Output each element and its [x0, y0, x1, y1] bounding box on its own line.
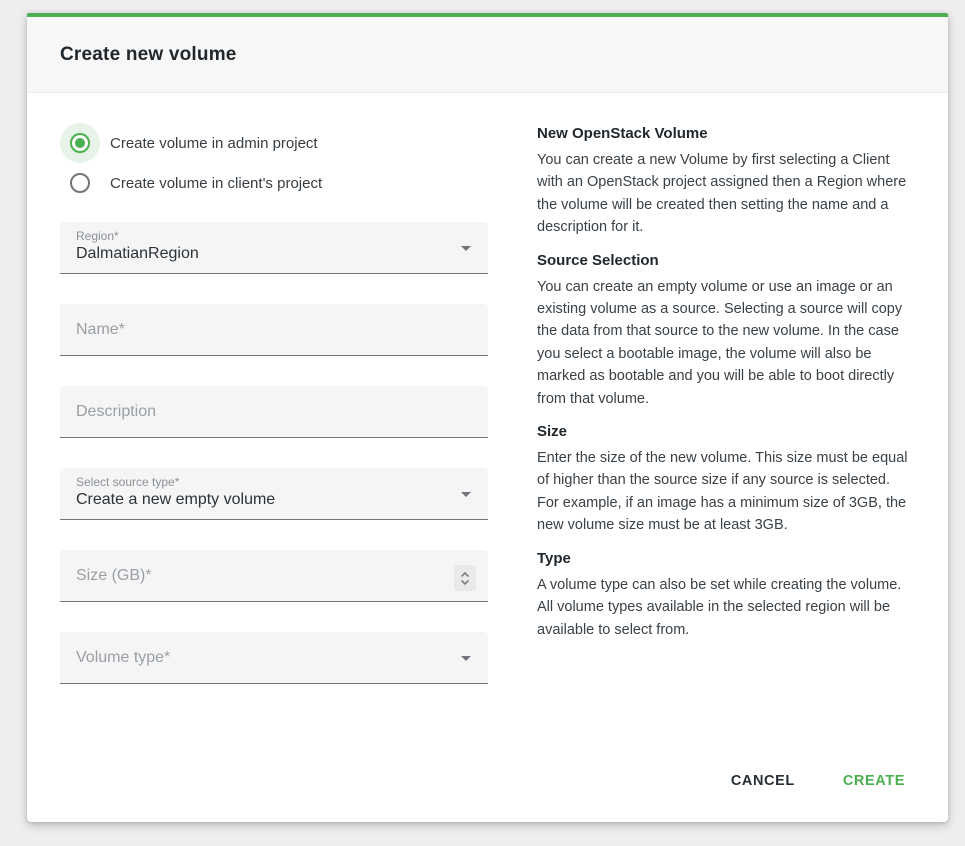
radio-halo — [60, 163, 100, 203]
dialog-header: Create new volume — [27, 17, 948, 93]
source-type-select-value: Create a new empty volume — [76, 491, 275, 509]
region-select[interactable]: Region* DalmatianRegion — [60, 222, 488, 274]
help-text-size: Enter the size of the new volume. This s… — [537, 447, 915, 537]
source-type-select-label: Select source type* — [76, 475, 179, 489]
dialog-footer: CANCEL CREATE — [27, 750, 948, 822]
help-text-type: A volume type can also be set while crea… — [537, 574, 915, 641]
create-button[interactable]: CREATE — [833, 763, 915, 799]
volume-type-select[interactable]: Volume type* — [60, 632, 488, 684]
name-field-wrap — [60, 304, 488, 356]
size-field[interactable] — [60, 550, 488, 601]
cancel-button[interactable]: CANCEL — [721, 763, 805, 799]
region-select-label: Region* — [76, 229, 119, 243]
help-panel: New OpenStack Volume You can create a ne… — [537, 123, 915, 750]
help-heading-source-selection: Source Selection — [537, 252, 915, 269]
radio-unselected-icon — [70, 173, 90, 193]
name-field[interactable] — [60, 304, 488, 355]
radio-client-project-label: Create volume in client's project — [110, 175, 322, 192]
chevron-down-icon — [461, 246, 471, 251]
description-field[interactable] — [60, 386, 488, 437]
help-heading-type: Type — [537, 550, 915, 567]
radio-selected-icon — [70, 133, 90, 153]
radio-client-project[interactable]: Create volume in client's project — [60, 163, 488, 203]
quantity-stepper[interactable] — [454, 565, 476, 591]
region-select-value: DalmatianRegion — [76, 245, 199, 263]
radio-admin-project-label: Create volume in admin project — [110, 135, 318, 152]
help-text-source-selection: You can create an empty volume or use an… — [537, 276, 915, 410]
description-field-wrap — [60, 386, 488, 438]
chevron-down-icon — [460, 579, 470, 586]
chevron-down-icon — [461, 656, 471, 661]
page-title: Create new volume — [60, 44, 237, 66]
volume-type-select-placeholder: Volume type* — [76, 649, 170, 667]
size-field-wrap — [60, 550, 488, 602]
dialog-content: Create volume in admin project Create vo… — [27, 93, 948, 750]
create-volume-dialog: Create new volume Create volume in admin… — [27, 13, 948, 822]
radio-halo — [60, 123, 100, 163]
help-heading-size: Size — [537, 423, 915, 440]
chevron-up-icon — [460, 571, 470, 578]
help-text-new-volume: You can create a new Volume by first sel… — [537, 149, 915, 239]
chevron-down-icon — [461, 492, 471, 497]
source-type-select[interactable]: Select source type* Create a new empty v… — [60, 468, 488, 520]
volume-form: Create volume in admin project Create vo… — [60, 123, 488, 750]
radio-admin-project[interactable]: Create volume in admin project — [60, 123, 488, 163]
help-heading-new-volume: New OpenStack Volume — [537, 125, 915, 142]
